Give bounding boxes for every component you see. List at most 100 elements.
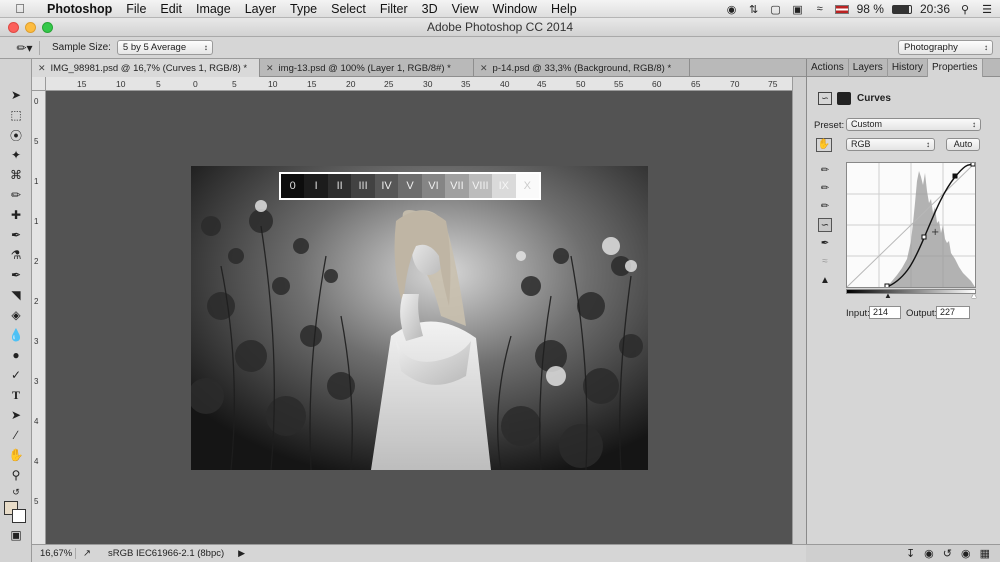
- clock[interactable]: 20:36: [920, 2, 950, 16]
- menu-filter[interactable]: Filter: [373, 0, 415, 18]
- eyedropper-tool-icon[interactable]: ✏▾: [10, 40, 40, 55]
- horizontal-ruler[interactable]: 15 10 5 0 5 10 15 20 25 30 35 40 45 50 5…: [46, 77, 792, 91]
- menu-help[interactable]: Help: [544, 0, 584, 18]
- crop-tool-icon[interactable]: ⌘: [0, 165, 32, 185]
- move-tool-icon[interactable]: ➤: [0, 85, 32, 105]
- svg-text:+: +: [931, 227, 939, 238]
- quick-selection-tool-icon[interactable]: ✦: [0, 145, 32, 165]
- background-color-swatch[interactable]: [12, 509, 26, 523]
- lasso-tool-icon[interactable]: ⦿: [0, 125, 32, 145]
- output-label: Output:: [906, 308, 938, 319]
- tab-document-2[interactable]: ✕ img-13.psd @ 100% (Layer 1, RGB/8#) *: [260, 59, 474, 77]
- menu-type[interactable]: Type: [283, 0, 324, 18]
- menu-file[interactable]: File: [119, 0, 153, 18]
- gray-step-0: 0: [281, 174, 305, 198]
- trash-icon[interactable]: ▦: [980, 547, 990, 560]
- list-icon[interactable]: ☰: [980, 3, 994, 16]
- tab-layers[interactable]: Layers: [849, 59, 888, 77]
- clipping-warning-icon[interactable]: ▲: [818, 273, 832, 287]
- gray-step-5: V: [398, 174, 422, 198]
- search-icon[interactable]: ⚲: [958, 3, 972, 16]
- output-value-field[interactable]: 227: [936, 306, 970, 319]
- path-selection-icon[interactable]: ➤: [0, 405, 32, 425]
- zoom-window-button[interactable]: [42, 22, 53, 33]
- dodge-tool-icon[interactable]: ●: [0, 345, 32, 365]
- type-tool-icon[interactable]: T: [0, 385, 32, 405]
- tab-document-1[interactable]: ✕ IMG_98981.psd @ 16,7% (Curves 1, RGB/8)…: [32, 59, 260, 77]
- gray-step-3: III: [351, 174, 375, 198]
- smooth-curve-icon[interactable]: ≈: [818, 254, 832, 268]
- zoom-level[interactable]: 16,67%: [32, 548, 76, 559]
- black-point-eyedropper-icon[interactable]: ✏: [818, 163, 832, 177]
- menu-app[interactable]: Photoshop: [40, 0, 119, 18]
- zoom-tool-icon[interactable]: ⚲: [0, 465, 32, 485]
- wifi-icon[interactable]: ≈: [813, 3, 827, 15]
- tab-history[interactable]: History: [888, 59, 928, 77]
- line-tool-icon[interactable]: ∕: [0, 425, 32, 445]
- menu-layer[interactable]: Layer: [238, 0, 283, 18]
- sample-size-select[interactable]: 5 by 5 Average: [116, 40, 213, 55]
- menu-3d[interactable]: 3D: [415, 0, 445, 18]
- minimize-window-button[interactable]: [25, 22, 36, 33]
- close-window-button[interactable]: [8, 22, 19, 33]
- black-input-slider-icon[interactable]: ▲: [884, 291, 892, 300]
- curves-graph[interactable]: +: [846, 161, 976, 289]
- visibility-icon[interactable]: ◉: [961, 547, 971, 560]
- view-previous-state-icon[interactable]: ◉: [924, 547, 934, 560]
- menu-view[interactable]: View: [445, 0, 486, 18]
- hand-tool-icon[interactable]: ✋: [0, 445, 32, 465]
- workspace-select[interactable]: Photography: [898, 40, 993, 55]
- gray-point-eyedropper-icon[interactable]: ✏: [818, 181, 832, 195]
- reset-icon[interactable]: ↺: [943, 547, 952, 560]
- color-swatches[interactable]: [0, 499, 31, 525]
- clone-stamp-icon[interactable]: ⚗: [0, 245, 32, 265]
- share-icon[interactable]: ↗: [80, 548, 94, 559]
- eraser-tool-icon[interactable]: ◥: [0, 285, 32, 305]
- auto-button[interactable]: Auto: [946, 138, 980, 151]
- battery-text[interactable]: 98 %: [857, 2, 884, 16]
- on-image-adjust-icon[interactable]: ✋: [816, 138, 832, 152]
- history-brush-icon[interactable]: ✒: [0, 265, 32, 285]
- window-icon[interactable]: ▢: [769, 3, 783, 16]
- ruler-origin[interactable]: [32, 77, 46, 91]
- vertical-scrollbar[interactable]: [792, 77, 806, 544]
- curve-pencil-icon[interactable]: ✒: [818, 236, 832, 250]
- vertical-ruler[interactable]: 0 5 1 1 2 2 3 3 4 4 5: [32, 91, 46, 544]
- white-point-eyedropper-icon[interactable]: ✏: [818, 199, 832, 213]
- battery-icon[interactable]: [891, 4, 912, 14]
- close-tab-icon[interactable]: ✕: [38, 63, 46, 73]
- menu-select[interactable]: Select: [324, 0, 373, 18]
- pen-tool-icon[interactable]: ✓: [0, 365, 32, 385]
- sync-icon[interactable]: ⇅: [747, 3, 761, 16]
- tab-document-3[interactable]: ✕ p-14.psd @ 33,3% (Background, RGB/8) *: [474, 59, 690, 77]
- brush-tool-icon[interactable]: ✒: [0, 225, 32, 245]
- status-menu-arrow-icon[interactable]: ▶: [238, 548, 245, 559]
- tab-properties[interactable]: Properties: [927, 59, 983, 77]
- input-value-field[interactable]: 214: [869, 306, 901, 319]
- preset-select[interactable]: Custom: [846, 118, 981, 131]
- input-gradient-bar[interactable]: [846, 289, 976, 294]
- document-image[interactable]: [191, 166, 648, 470]
- record-icon[interactable]: ◉: [725, 3, 739, 16]
- flag-icon[interactable]: [834, 4, 849, 14]
- clip-to-layer-icon[interactable]: ↧: [906, 547, 915, 560]
- tab-actions[interactable]: Actions: [807, 59, 849, 77]
- channel-select[interactable]: RGB: [846, 138, 935, 151]
- paint-bucket-icon[interactable]: ◈: [0, 305, 32, 325]
- curve-edit-points-icon[interactable]: ∽: [818, 218, 832, 232]
- menu-window[interactable]: Window: [486, 0, 544, 18]
- screen-icon[interactable]: ▣: [791, 3, 805, 16]
- marquee-tool-icon[interactable]: ⬚: [0, 105, 32, 125]
- apple-icon[interactable]: : [0, 1, 40, 16]
- blur-tool-icon[interactable]: 💧: [0, 325, 32, 345]
- menu-image[interactable]: Image: [189, 0, 238, 18]
- healing-brush-icon[interactable]: ✚: [0, 205, 32, 225]
- close-tab-icon[interactable]: ✕: [480, 63, 488, 73]
- quick-mask-icon[interactable]: ▣: [0, 525, 32, 545]
- layer-mask-icon[interactable]: [837, 92, 851, 105]
- menu-edit[interactable]: Edit: [153, 0, 189, 18]
- eyedropper-icon[interactable]: ✏: [0, 185, 32, 205]
- white-input-slider-icon[interactable]: ▲: [970, 291, 978, 300]
- close-tab-icon[interactable]: ✕: [266, 63, 274, 73]
- swap-colors-icon[interactable]: ↺: [0, 485, 32, 499]
